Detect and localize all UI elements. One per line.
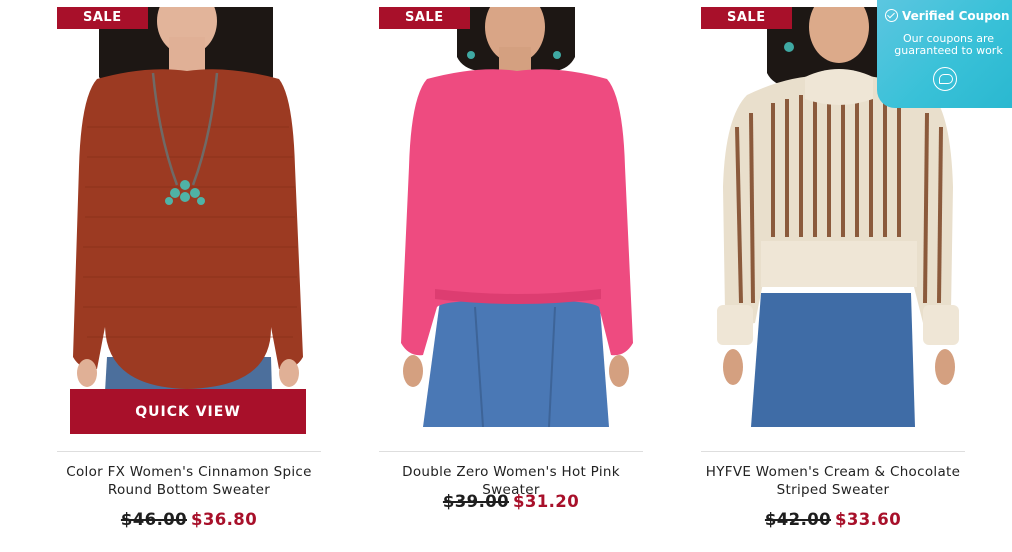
coupon-subtitle: Our coupons are guaranteed to work <box>894 32 1003 57</box>
price-row: $46.00 $36.80 <box>57 510 321 529</box>
product-image[interactable] <box>57 7 321 427</box>
original-price: $46.00 <box>120 510 187 529</box>
coupon-header: Verified Coupon <box>885 9 1010 23</box>
original-price: $42.00 <box>764 510 831 529</box>
product-image[interactable] <box>379 7 643 427</box>
divider <box>379 451 643 452</box>
product-card[interactable]: SALE Double Zero Women's Hot Pink Sweate… <box>379 0 643 552</box>
product-name[interactable]: Color FX Women's Cinnamon Spice Round Bo… <box>57 463 321 499</box>
product-card[interactable]: SALE QUICK VIEW Color FX Women's Cinnamo… <box>57 0 321 552</box>
divider <box>57 451 321 452</box>
check-circle-icon <box>885 9 898 22</box>
verified-coupon-widget[interactable]: Verified Coupon Our coupons are guarante… <box>877 0 1012 108</box>
chat-bubble-icon[interactable] <box>933 67 957 91</box>
product-name[interactable]: HYFVE Women's Cream & Chocolate Striped … <box>701 463 965 499</box>
product-grid: SALE QUICK VIEW Color FX Women's Cinnamo… <box>0 0 1012 552</box>
sale-price: $33.60 <box>835 510 902 529</box>
sale-price: $31.20 <box>513 492 580 511</box>
sale-badge: SALE <box>701 7 792 29</box>
price-row: $39.00 $31.20 <box>379 492 643 511</box>
divider <box>701 451 965 452</box>
sale-price: $36.80 <box>191 510 258 529</box>
coupon-title: Verified Coupon <box>902 9 1010 23</box>
quick-view-button[interactable]: QUICK VIEW <box>70 389 306 434</box>
original-price: $39.00 <box>442 492 509 511</box>
price-row: $42.00 $33.60 <box>701 510 965 529</box>
sale-badge: SALE <box>57 7 148 29</box>
sale-badge: SALE <box>379 7 470 29</box>
